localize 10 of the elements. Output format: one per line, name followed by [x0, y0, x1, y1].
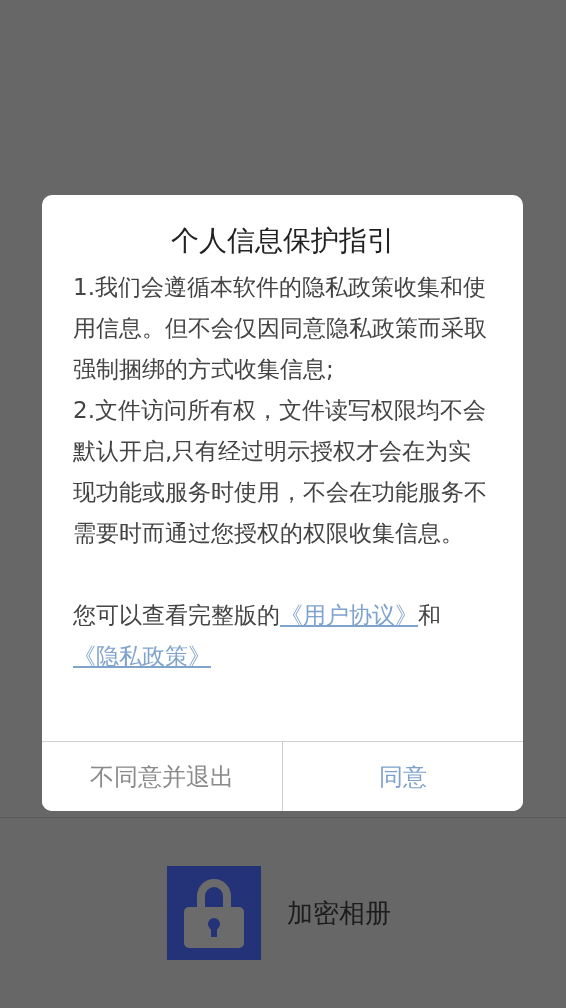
policy-paragraph: 1.我们会遵循本软件的隐私政策收集和使用信息。但不会仅因同意隐私政策而采取强制捆绑的方式收集信息; — [73, 273, 488, 384]
lock-icon — [167, 866, 261, 960]
agree-button[interactable]: 同意 — [282, 742, 523, 811]
user-agreement-link[interactable]: 《用户协议》 — [280, 602, 418, 628]
notice-text: 您可以查看完整版的 — [73, 602, 280, 628]
notice-text: 和 — [418, 602, 441, 628]
app-name: 加密相册 — [287, 896, 391, 930]
dialog-title: 个人信息保护指引 — [169, 223, 396, 259]
policy-paragraph: 2.文件访问所有权，文件读写权限均不会默认开启,只有经过明示授权才会在为实现功能或服务时使用，不会在功能服务不需要时而通过您授权的权限收集信息。 — [73, 396, 488, 548]
privacy-policy-link[interactable]: 《隐私政策》 — [73, 643, 211, 669]
